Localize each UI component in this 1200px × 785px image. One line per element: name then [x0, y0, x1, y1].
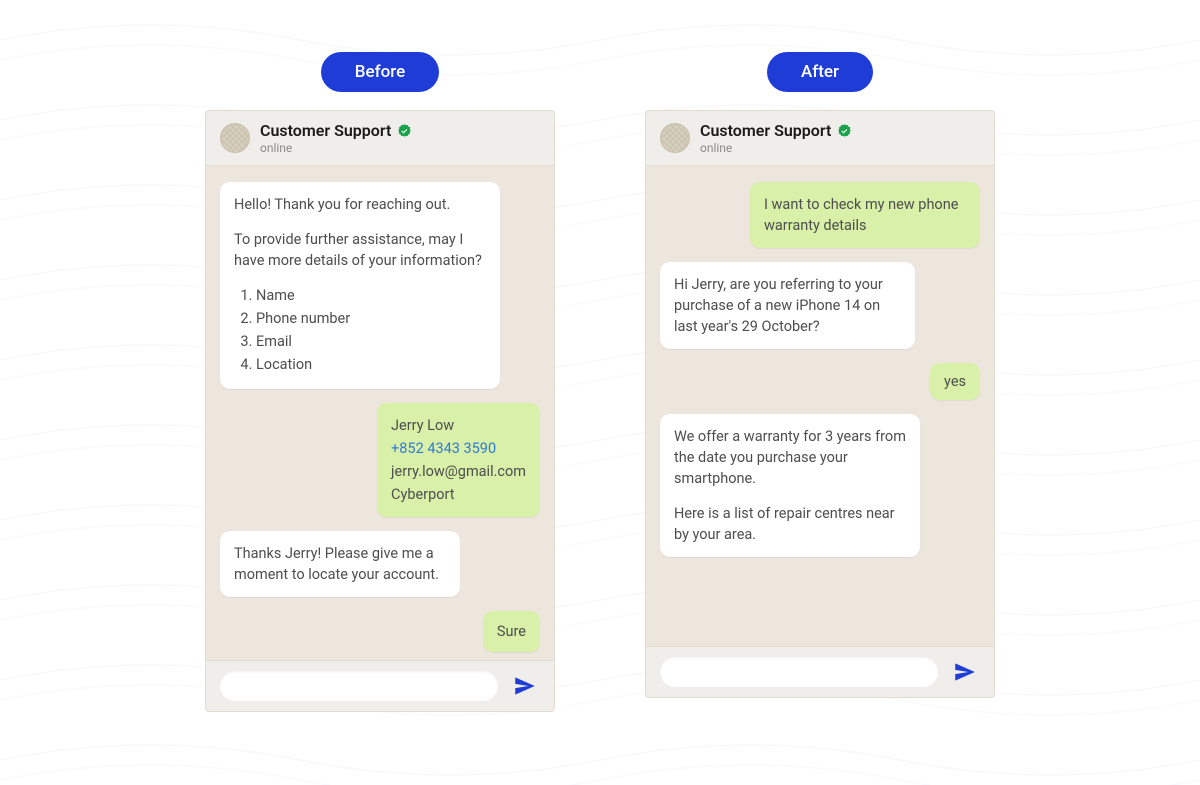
send-button[interactable]: [510, 671, 540, 701]
before-chat-window: Customer Support online Hello! Thank you…: [205, 110, 555, 712]
status-text: online: [260, 141, 412, 155]
user-message: I want to check my new phone warranty de…: [750, 182, 980, 248]
list-item: Email: [256, 331, 486, 352]
before-column: Before Customer Support online Hello! Th…: [205, 52, 555, 712]
verified-badge-icon: [837, 123, 852, 138]
chat-body: Hello! Thank you for reaching out. To pr…: [206, 166, 554, 660]
agent-message: We offer a warranty for 3 years from the…: [660, 414, 920, 557]
chat-title: Customer Support: [700, 121, 831, 140]
agent-message: Hello! Thank you for reaching out. To pr…: [220, 182, 500, 389]
send-icon: [512, 673, 538, 699]
message-text: Hello! Thank you for reaching out.: [234, 194, 486, 215]
message-text: Thanks Jerry! Please give me a moment to…: [234, 543, 446, 585]
comparison-container: Before Customer Support online Hello! Th…: [0, 0, 1200, 712]
message-text: jerry.low@gmail.com: [391, 461, 526, 482]
message-text: To provide further assistance, may I hav…: [234, 229, 486, 271]
chat-title: Customer Support: [260, 121, 391, 140]
after-label: After: [767, 52, 873, 92]
agent-message: Thanks Jerry! Please give me a moment to…: [220, 531, 460, 597]
chat-header: Customer Support online: [206, 111, 554, 166]
phone-link[interactable]: +852 4343 3590: [391, 438, 526, 459]
verified-badge-icon: [397, 123, 412, 138]
chat-input-bar: [646, 646, 994, 697]
message-text: Hi Jerry, are you referring to your purc…: [674, 274, 901, 337]
user-message: Sure: [483, 611, 540, 652]
list-item: Name: [256, 285, 486, 306]
send-icon: [952, 659, 978, 685]
avatar: [220, 123, 250, 153]
message-text: yes: [944, 371, 966, 392]
list-item: Location: [256, 354, 486, 375]
message-text: Cyberport: [391, 484, 526, 505]
send-button[interactable]: [950, 657, 980, 687]
message-text: Here is a list of repair centres near by…: [674, 503, 906, 545]
message-text: Sure: [497, 621, 526, 642]
avatar: [660, 123, 690, 153]
after-chat-window: Customer Support online I want to check …: [645, 110, 995, 698]
message-input[interactable]: [660, 657, 938, 687]
chat-header: Customer Support online: [646, 111, 994, 166]
status-text: online: [700, 141, 852, 155]
message-text: Jerry Low: [391, 415, 526, 436]
list-item: Phone number: [256, 308, 486, 329]
user-message: yes: [930, 363, 980, 400]
user-message: Jerry Low +852 4343 3590 jerry.low@gmail…: [377, 403, 540, 517]
agent-message: Hi Jerry, are you referring to your purc…: [660, 262, 915, 349]
message-text: I want to check my new phone warranty de…: [764, 194, 966, 236]
after-column: After Customer Support online I want to …: [645, 52, 995, 712]
message-text: We offer a warranty for 3 years from the…: [674, 426, 906, 489]
info-list: Name Phone number Email Location: [234, 285, 486, 375]
chat-input-bar: [206, 660, 554, 711]
message-input[interactable]: [220, 671, 498, 701]
before-label: Before: [321, 52, 439, 92]
chat-body: I want to check my new phone warranty de…: [646, 166, 994, 646]
